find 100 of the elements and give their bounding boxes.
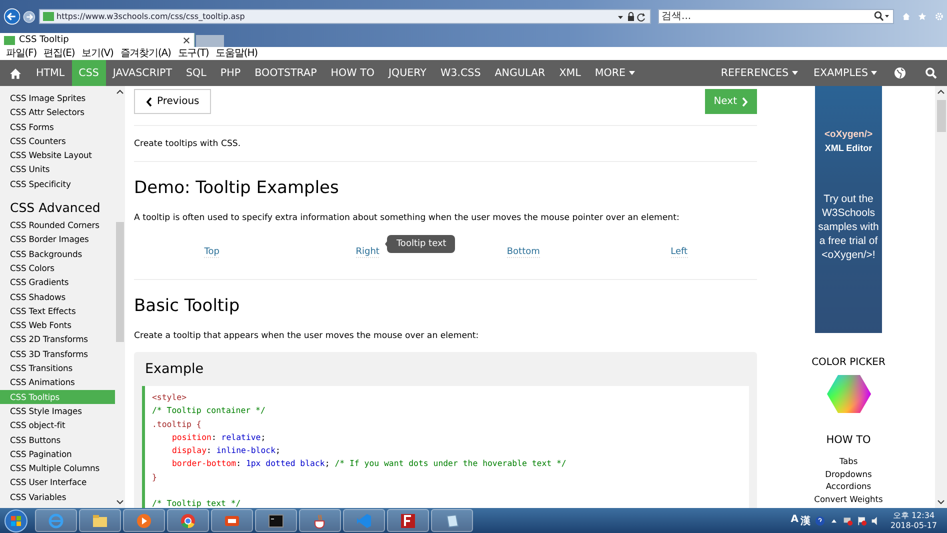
ad-title: XML Editor bbox=[824, 143, 872, 153]
sidebar-link[interactable]: CSS Image Sprites bbox=[0, 91, 115, 106]
ad-logo-text: <oXygen/> bbox=[824, 129, 873, 140]
nav-link[interactable]: JQUERY bbox=[381, 60, 434, 86]
sidebar-link[interactable]: CSS Forms bbox=[0, 120, 115, 134]
letter-e-icon bbox=[48, 512, 64, 528]
code-line: .tooltip { bbox=[152, 418, 202, 431]
nav-link[interactable]: REFERENCES bbox=[712, 60, 806, 86]
code-line: position: relative; bbox=[171, 430, 267, 444]
nav-link[interactable]: PHP bbox=[213, 60, 248, 86]
intro-text: Create tooltips with CSS. bbox=[134, 138, 242, 150]
menu-item[interactable]: 보기(V) bbox=[82, 47, 114, 60]
sidebar-link[interactable]: CSS Colors bbox=[0, 260, 115, 276]
sidebar-link[interactable]: CSS Web Fonts bbox=[0, 318, 115, 332]
nav-link[interactable]: W3.CSS bbox=[433, 60, 488, 86]
nav-link[interactable]: XML bbox=[552, 60, 588, 86]
paragraph: A tooltip is often used to specify extra information about something when the user moves the mouse pointer over an element: bbox=[134, 212, 680, 224]
sidebar-link[interactable]: CSS object-fit bbox=[0, 418, 115, 433]
tooltip-demo-link[interactable]: Bottom bbox=[506, 246, 540, 258]
sidebar-link[interactable]: CSS Variables bbox=[0, 490, 115, 504]
forward-button[interactable] bbox=[23, 8, 36, 24]
sidebar-link[interactable]: CSS Multiple Columns bbox=[0, 461, 115, 476]
taskbar-button[interactable] bbox=[387, 509, 429, 532]
paragraph: Create a tooltip that appears when the user moves the mouse over an element: bbox=[134, 330, 480, 342]
search-field[interactable]: 검색... bbox=[658, 9, 894, 24]
menu-item[interactable]: 편집(E) bbox=[44, 47, 75, 60]
taskbar-button[interactable] bbox=[255, 509, 297, 532]
nav-link[interactable]: EXAMPLES bbox=[806, 60, 885, 86]
tutorial-link[interactable]: Dropdowns bbox=[825, 468, 872, 480]
lock-refresh-icon[interactable] bbox=[616, 12, 647, 22]
start-orb-icon[interactable] bbox=[4, 508, 28, 532]
nav-link[interactable]: BOOTSTRAP bbox=[248, 60, 324, 86]
sidebar-link[interactable]: CSS Backgrounds bbox=[0, 246, 115, 261]
sidebar-link[interactable]: CSS Website Layout bbox=[0, 148, 115, 162]
previous-button[interactable]: Previous bbox=[134, 89, 212, 114]
home-icon[interactable] bbox=[9, 66, 22, 80]
scroll-down-icon[interactable] bbox=[937, 497, 945, 507]
back-button[interactable] bbox=[4, 6, 20, 27]
code-line: <style> bbox=[152, 391, 188, 404]
address-field[interactable]: https://www.w3schools.com/css/css_tooltip.asp bbox=[38, 9, 651, 24]
sidebar-link[interactable]: CSS Style Images bbox=[0, 404, 115, 418]
tooltip-demo-link[interactable]: Right bbox=[356, 246, 380, 258]
taskbar-button[interactable] bbox=[211, 509, 253, 532]
nav-link[interactable]: HOW TO bbox=[324, 60, 382, 86]
color-hexagon-icon[interactable] bbox=[826, 375, 870, 413]
search-icon[interactable] bbox=[874, 11, 890, 21]
tooltip-demo-link[interactable]: Left bbox=[670, 246, 688, 258]
url-text: https://www.w3schools.com/css/css_tooltip.asp bbox=[56, 12, 246, 21]
sidebar-link[interactable]: CSS User Interface bbox=[0, 475, 115, 490]
tutorial-link[interactable]: Accordions bbox=[826, 480, 872, 494]
menu-item[interactable]: 도움말(H) bbox=[216, 47, 258, 60]
color-picker-heading: COLOR PICKER bbox=[812, 357, 886, 368]
sidebar-link[interactable]: CSS Animations bbox=[0, 375, 115, 390]
input-method-indicator[interactable]: A bbox=[790, 514, 798, 528]
sidebar-link[interactable]: CSS Counters bbox=[0, 134, 115, 148]
nav-link[interactable]: MORE bbox=[588, 60, 642, 86]
taskbar-button[interactable] bbox=[299, 509, 341, 532]
input-method-indicator[interactable]: 漢 bbox=[800, 514, 810, 528]
scrollbar-thumb[interactable] bbox=[116, 222, 124, 342]
sidebar-link[interactable]: CSS Border Images bbox=[0, 232, 115, 247]
sidebar-link[interactable]: CSS Shadows bbox=[0, 290, 115, 304]
taskbar-button[interactable] bbox=[431, 509, 473, 532]
help-icon[interactable] bbox=[814, 516, 824, 526]
nav-link[interactable]: ANGULAR bbox=[488, 60, 552, 86]
how-to-heading: HOW TO bbox=[826, 434, 871, 446]
tutorial-link[interactable]: Convert Weights bbox=[814, 493, 883, 506]
scrollbar-thumb[interactable] bbox=[936, 100, 946, 132]
menu-item[interactable]: 도구(T) bbox=[178, 47, 209, 60]
sidebar-link[interactable]: CSS 3D Transforms bbox=[0, 346, 115, 362]
caret-icon bbox=[628, 71, 635, 75]
sidebar-link[interactable]: CSS Units bbox=[0, 162, 115, 177]
flag-icon[interactable] bbox=[856, 516, 866, 526]
ad-banner[interactable]: <oXygen/> XML Editor Try out the W3Schools samples with a free trial of <oXygen/>! bbox=[815, 86, 882, 333]
tutorial-link[interactable]: Tabs bbox=[839, 455, 858, 468]
terminal-icon bbox=[268, 512, 284, 528]
sidebar-link[interactable]: CSS Gradients bbox=[0, 275, 115, 290]
chevron-right-icon bbox=[742, 96, 748, 106]
scroll-down-icon[interactable] bbox=[116, 497, 124, 507]
search-icon[interactable] bbox=[925, 67, 937, 79]
sidebar-link[interactable]: CSS Attr Selectors bbox=[0, 105, 115, 120]
nav-link[interactable]: JAVASCRIPT bbox=[106, 60, 180, 86]
sidebar-link[interactable]: CSS Specificity bbox=[0, 176, 115, 192]
sidebar-link[interactable]: CSS Transitions bbox=[0, 361, 115, 376]
sidebar-link[interactable]: CSS Pagination bbox=[0, 446, 115, 462]
sidebar-link[interactable]: CSS Buttons bbox=[0, 432, 115, 447]
clock[interactable]: 오후 12:34 2018-05-17 bbox=[890, 510, 937, 530]
network-icon[interactable] bbox=[842, 516, 852, 526]
nav-link[interactable]: SQL bbox=[179, 60, 214, 86]
sidebar-link[interactable]: CSS 2D Transforms bbox=[0, 332, 115, 347]
globe-icon[interactable] bbox=[894, 67, 906, 79]
sidebar-link[interactable]: CSS Rounded Corners bbox=[0, 218, 115, 232]
close-icon[interactable] bbox=[183, 36, 190, 44]
star-icon[interactable] bbox=[918, 11, 927, 22]
sidebar-link[interactable]: CSS Text Effects bbox=[0, 304, 115, 318]
tooltip-demo-link[interactable]: Top bbox=[204, 246, 220, 258]
browser-tab[interactable]: CSS Tooltip bbox=[0, 33, 195, 47]
menu-item[interactable]: 즐겨찾기(A) bbox=[120, 47, 171, 60]
scrollbar[interactable] bbox=[935, 86, 947, 508]
menu-item[interactable]: 파일(F) bbox=[6, 47, 37, 60]
nav-link[interactable]: HTML bbox=[29, 60, 72, 86]
